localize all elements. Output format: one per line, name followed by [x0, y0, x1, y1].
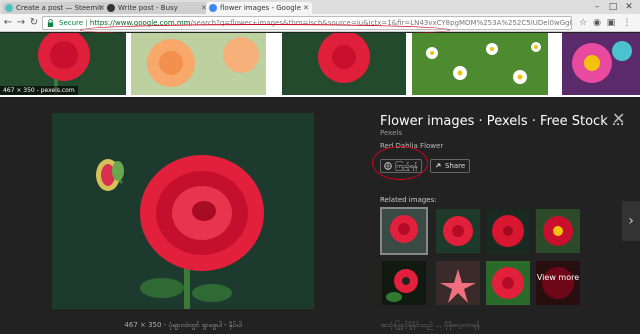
tab-steemit[interactable]: Create a post — Steemit ✕	[2, 2, 108, 14]
daisy-field-image	[412, 33, 548, 95]
related-image[interactable]	[380, 207, 428, 255]
steemit-icon	[5, 4, 13, 12]
related-image[interactable]	[536, 209, 580, 253]
reload-icon[interactable]: ↻	[28, 17, 40, 29]
busy-icon	[107, 4, 115, 12]
related-image[interactable]	[382, 261, 426, 305]
related-image[interactable]	[486, 209, 530, 253]
next-image-icon[interactable]: ›	[622, 201, 640, 241]
red-dahlia-image	[282, 31, 406, 95]
result-thumbnail[interactable]: 467 × 350 - pexels.com	[0, 29, 126, 95]
image-detail-panel: 467 × 350 - ပုံများထဲတွင် ရှာဖွေပါ - နှိ…	[0, 99, 640, 334]
menu-icon[interactable]: ⋮	[622, 18, 632, 28]
share-icon	[435, 163, 441, 168]
share-label: Share	[445, 162, 466, 170]
colorful-flower-image	[562, 33, 640, 95]
main-image[interactable]	[52, 113, 314, 309]
tab-bar: Create a post — Steemit ✕ Write post - B…	[0, 0, 640, 14]
close-tab-icon[interactable]: ✕	[303, 2, 309, 14]
extension-icon[interactable]: ▣	[606, 18, 616, 28]
red-annotation-circle	[372, 146, 428, 180]
secure-label: Secure	[59, 19, 84, 27]
result-thumbnail[interactable]	[282, 31, 406, 95]
results-strip: 467 × 350 - pexels.com	[0, 29, 640, 97]
tab-label: flower images - Google	[220, 4, 301, 12]
tab-google-images[interactable]: flower images - Google ✕	[206, 2, 312, 14]
related-image[interactable]	[436, 209, 480, 253]
close-panel-icon[interactable]: ✕	[612, 109, 625, 128]
back-icon[interactable]: ←	[2, 17, 14, 29]
related-image[interactable]	[486, 261, 530, 305]
tab-busy[interactable]: Write post - Busy ✕	[104, 2, 210, 14]
result-thumbnail[interactable]	[562, 33, 640, 95]
related-images-label: Related images:	[380, 196, 437, 204]
url-host: https://www.google.com.mm	[89, 19, 191, 27]
red-dahlia-thumb	[486, 209, 530, 253]
red-dahlia-thumb	[436, 209, 480, 253]
url-path: /search?q=flower+images&tbm=isch&source=…	[190, 19, 572, 27]
google-icon	[209, 4, 217, 12]
red-dahlia-thumb	[486, 261, 530, 305]
related-image[interactable]	[436, 261, 480, 305]
pink-lily-thumb	[436, 261, 480, 305]
view-more-tile[interactable]: View more	[536, 261, 580, 305]
usage-rights-note: အသုံးပြုခွင့်ရှိနိုင်သည် ... ပိုမိုလေ့လာ…	[380, 321, 480, 329]
forward-icon[interactable]: →	[15, 17, 27, 29]
star-icon[interactable]: ☆	[578, 18, 588, 28]
result-thumbnail[interactable]	[412, 33, 548, 95]
tab-label: Write post - Busy	[118, 4, 178, 12]
tab-label: Create a post — Steemit	[16, 4, 102, 12]
lock-icon	[47, 19, 54, 27]
image-caption: 467 × 350 - ပုံများထဲတွင် ရှာဖွေပါ - နှိ…	[124, 321, 242, 329]
red-flower-thumb	[536, 209, 580, 253]
maximize-icon[interactable]: □	[606, 1, 620, 13]
source-domain[interactable]: Pexels	[380, 129, 402, 137]
red-dahlia-thumb	[382, 209, 426, 253]
share-button[interactable]: Share	[430, 159, 471, 173]
thumbnail-caption: 467 × 350 - pexels.com	[0, 86, 78, 95]
page-title[interactable]: Flower images · Pexels · Free Stock ...	[380, 114, 624, 129]
result-thumbnail[interactable]	[131, 33, 266, 95]
orange-rose-image	[131, 33, 266, 95]
window-close-icon[interactable]: ✕	[622, 1, 636, 13]
url-input[interactable]: Secure | https://www.google.com.mm/searc…	[42, 16, 572, 30]
view-more-label: View more	[536, 261, 580, 305]
minimize-icon[interactable]: –	[590, 1, 604, 13]
address-bar: ← → ↻ Secure | https://www.google.com.mm…	[0, 14, 640, 36]
red-dahlia-large-image	[52, 113, 314, 309]
extension-icon[interactable]: ◉	[592, 18, 602, 28]
red-flower-thumb	[382, 261, 426, 305]
